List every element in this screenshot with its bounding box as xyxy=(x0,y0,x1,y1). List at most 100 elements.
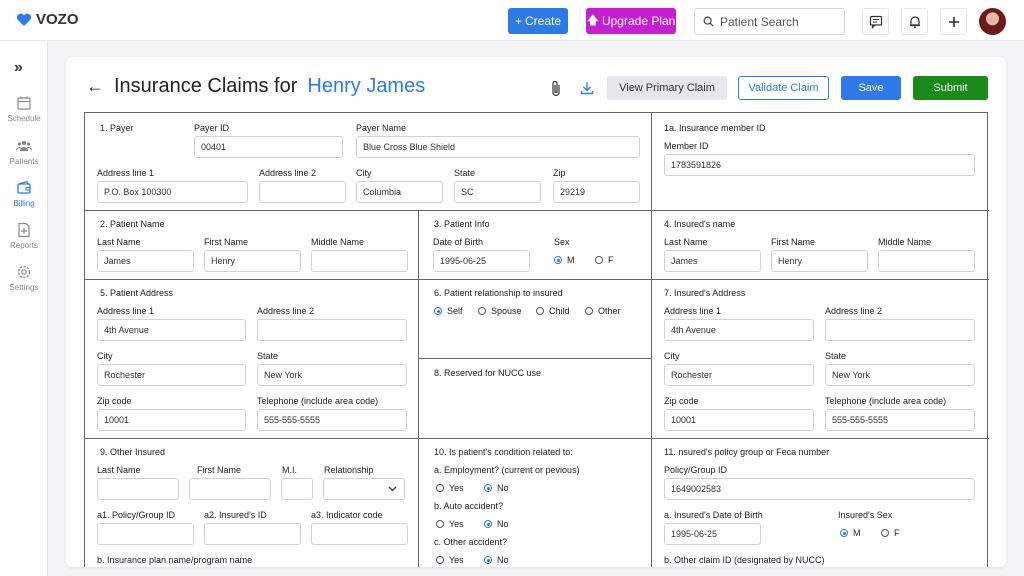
other-indicator-field[interactable] xyxy=(311,523,408,545)
field-label: State xyxy=(454,168,476,178)
insured-sex-m-radio[interactable]: M xyxy=(840,528,861,538)
radio-label: F xyxy=(608,255,614,265)
top-bar: VOZO + Create 🡅 Upgrade Plan xyxy=(0,0,1024,41)
patient-phone-field[interactable]: 555-555-5555 xyxy=(257,409,407,431)
patient-first-name-field[interactable]: Henry xyxy=(204,250,301,272)
expand-sidebar-icon[interactable]: » xyxy=(14,59,23,77)
radio-icon xyxy=(595,256,603,264)
patient-zip-field[interactable]: 10001 xyxy=(97,409,246,431)
radio-label: Yes xyxy=(449,483,464,493)
sidebar-label: Schedule xyxy=(7,114,41,123)
insured-sex-f-radio[interactable]: F xyxy=(881,528,900,538)
other-first-name-field[interactable] xyxy=(189,478,271,500)
insured-phone-field[interactable]: 555-555-5555 xyxy=(825,409,975,431)
payer-address1-field[interactable]: P.O. Box 100300 xyxy=(97,181,248,203)
payer-state-field[interactable]: SC xyxy=(454,181,541,203)
validate-claim-button[interactable]: Validate Claim xyxy=(738,76,829,100)
payer-zip-field[interactable]: 29219 xyxy=(553,181,640,203)
sidebar-item-billing[interactable]: Billing xyxy=(0,180,48,208)
relationship-spouse-radio[interactable]: Spouse xyxy=(478,306,522,316)
auto-no-radio[interactable]: No xyxy=(484,519,509,529)
title-patient-name[interactable]: Henry James xyxy=(307,75,425,98)
payer-id-field[interactable]: 00401 xyxy=(194,136,343,158)
sidebar-item-schedule[interactable]: Schedule xyxy=(0,95,48,123)
add-button[interactable] xyxy=(940,8,967,35)
radio-label: No xyxy=(497,519,509,529)
member-id-field[interactable]: 1783591826 xyxy=(664,154,975,176)
sex-f-radio[interactable]: F xyxy=(595,255,614,265)
patient-state-field[interactable]: New York xyxy=(257,364,407,386)
radio-label: M xyxy=(853,528,861,538)
insured-dob-field[interactable]: 1995-06-25 xyxy=(664,523,761,545)
section-heading: 3. Patient Info xyxy=(434,219,490,229)
relationship-other-radio[interactable]: Other xyxy=(585,306,621,316)
other-last-name-field[interactable] xyxy=(97,478,179,500)
patient-city-field[interactable]: Rochester xyxy=(97,364,246,386)
patient-middle-name-field[interactable] xyxy=(311,250,408,272)
relationship-self-radio[interactable]: Self xyxy=(434,306,463,316)
relationship-select[interactable] xyxy=(323,478,405,500)
radio-label: Yes xyxy=(449,519,464,529)
sidebar-item-settings[interactable]: Settings xyxy=(0,264,48,292)
employment-no-radio[interactable]: No xyxy=(484,483,509,493)
insured-state-field[interactable]: New York xyxy=(825,364,975,386)
insured-middle-name-field[interactable] xyxy=(878,250,975,272)
other-insured-id-field[interactable] xyxy=(204,523,301,545)
other-policy-field[interactable] xyxy=(97,523,194,545)
upgrade-label: Upgrade Plan xyxy=(601,14,676,28)
avatar[interactable] xyxy=(979,8,1006,35)
sidebar-item-patients[interactable]: Patients xyxy=(0,138,48,166)
auto-yes-radio[interactable]: Yes xyxy=(436,519,464,529)
create-button[interactable]: + Create xyxy=(508,8,568,34)
attach-button[interactable] xyxy=(547,76,565,100)
radio-label: Self xyxy=(447,306,463,316)
relationship-child-radio[interactable]: Child xyxy=(536,306,570,316)
patient-search[interactable] xyxy=(694,8,845,35)
patient-address2-field[interactable] xyxy=(257,319,407,341)
save-button[interactable]: Save xyxy=(841,76,901,100)
field-label: Relationship xyxy=(324,465,374,475)
field-label: a2. Insured's ID xyxy=(204,510,267,520)
field-label: Middle Name xyxy=(311,237,365,247)
other-mi-field[interactable] xyxy=(281,478,313,500)
payer-address2-field[interactable] xyxy=(259,181,346,203)
policy-group-field[interactable]: 1649002583 xyxy=(664,478,975,500)
logo[interactable]: VOZO xyxy=(16,11,79,28)
radio-label: No xyxy=(497,483,509,493)
back-arrow-icon[interactable]: ← xyxy=(86,76,104,97)
patient-info-section: 3. Patient Info Date of Birth 1995-06-25… xyxy=(419,211,652,280)
payer-city-field[interactable]: Columbia xyxy=(356,181,443,203)
employment-yes-radio[interactable]: Yes xyxy=(436,483,464,493)
upgrade-plan-button[interactable]: 🡅 Upgrade Plan xyxy=(586,8,676,34)
section-heading: 8. Reserved for NUCC use xyxy=(434,368,542,378)
patient-dob-field[interactable]: 1995-06-25 xyxy=(433,250,530,272)
payer-name-field[interactable]: Blue Cross Blue Shield xyxy=(356,136,640,158)
chat-button[interactable] xyxy=(862,8,889,35)
patient-address1-field[interactable]: 4th Avenue xyxy=(97,319,246,341)
submit-button[interactable]: Submit xyxy=(913,76,988,100)
insured-last-name-field[interactable]: James xyxy=(664,250,761,272)
sex-m-radio[interactable]: M xyxy=(554,255,575,265)
insured-address1-field[interactable]: 4th Avenue xyxy=(664,319,814,341)
download-button[interactable] xyxy=(578,76,596,100)
field-label: Policy/Group ID xyxy=(664,465,728,475)
sidebar-item-reports[interactable]: Reports xyxy=(0,222,48,250)
field-label: Date of Birth xyxy=(433,237,484,247)
insured-first-name-field[interactable]: Henry xyxy=(771,250,868,272)
view-primary-claim-button[interactable]: View Primary Claim xyxy=(607,76,727,100)
other-accident-no-radio[interactable]: No xyxy=(484,555,509,565)
other-accident-yes-radio[interactable]: Yes xyxy=(436,555,464,565)
radio-icon xyxy=(436,556,444,564)
radio-selected-icon xyxy=(484,484,492,492)
insured-address2-field[interactable] xyxy=(825,319,975,341)
insured-city-field[interactable]: Rochester xyxy=(664,364,814,386)
field-label: First Name xyxy=(204,237,249,247)
calendar-icon xyxy=(17,96,31,110)
notifications-button[interactable] xyxy=(901,8,928,35)
section-heading: 5. Patient Address xyxy=(100,288,174,298)
radio-selected-icon xyxy=(434,307,442,315)
insured-zip-field[interactable]: 10001 xyxy=(664,409,814,431)
search-input[interactable] xyxy=(720,14,840,29)
patient-last-name-field[interactable]: James xyxy=(97,250,194,272)
radio-icon xyxy=(536,307,544,315)
